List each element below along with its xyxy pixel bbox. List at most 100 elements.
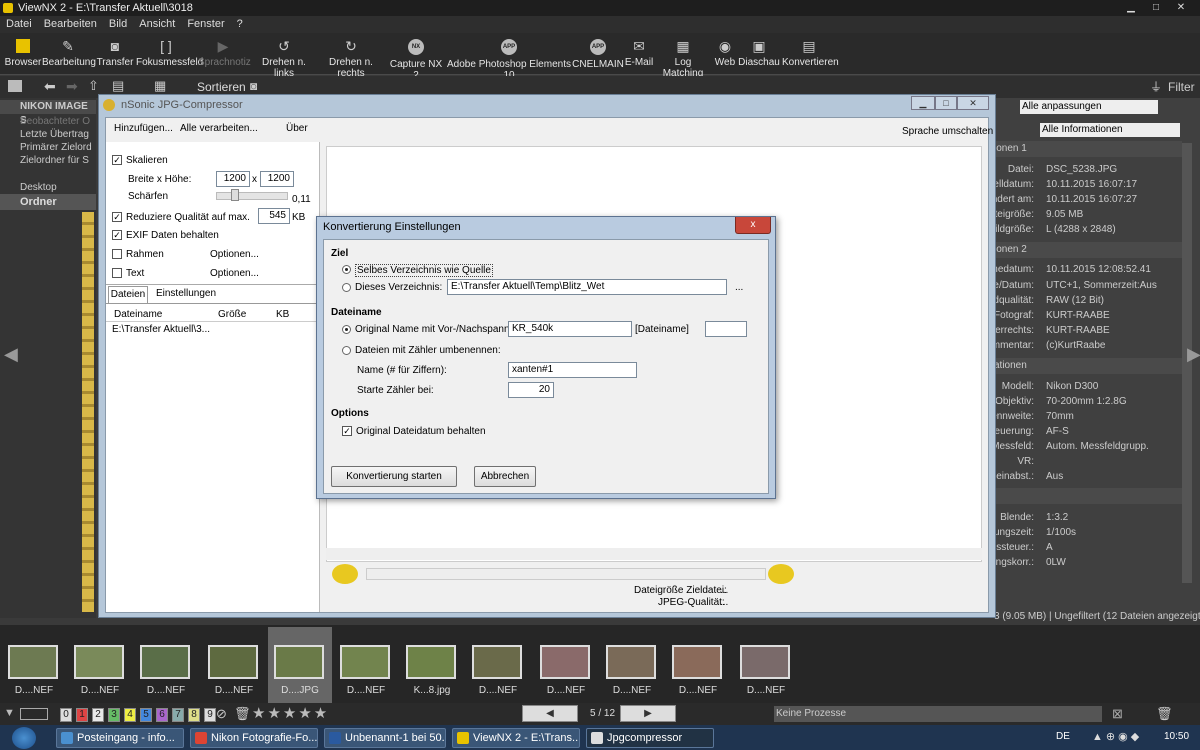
menu-add[interactable]: Hinzufügen... bbox=[114, 123, 173, 134]
start-button-icon[interactable] bbox=[12, 727, 36, 749]
file-row[interactable]: E:\Transfer Aktuell\3... bbox=[112, 324, 210, 335]
folder-tree[interactable] bbox=[82, 212, 94, 612]
this-dir-radio[interactable] bbox=[342, 283, 351, 292]
color-label-1[interactable]: 1 bbox=[76, 708, 88, 722]
maximize-icon[interactable]: □ bbox=[1148, 1, 1164, 14]
prefix-input[interactable]: KR_540k bbox=[508, 321, 632, 337]
color-label-3[interactable]: 3 bbox=[108, 708, 120, 722]
sharpen-slider[interactable] bbox=[216, 192, 288, 200]
toolbar-bearbeitung-button[interactable]: ✎ Bearbeitung bbox=[42, 35, 96, 73]
toolbar-diaschau-button[interactable]: ▣ Diaschau bbox=[738, 35, 780, 73]
cancel-process-icon[interactable]: ⊠ bbox=[1112, 706, 1123, 722]
prev-image-button[interactable]: ◀ bbox=[522, 705, 578, 722]
filmstrip-layout-icon[interactable] bbox=[20, 708, 48, 720]
col-filename[interactable]: Dateiname bbox=[114, 309, 162, 320]
filter-button[interactable]: Filter bbox=[1168, 80, 1195, 94]
start-conversion-button[interactable]: Konvertierung starten bbox=[331, 466, 457, 487]
toolbar-email-button[interactable]: ✉ E-Mail bbox=[624, 35, 654, 73]
back-icon[interactable]: ⬅ bbox=[44, 78, 56, 95]
color-label-2[interactable]: 2 bbox=[92, 708, 104, 722]
section-header[interactable]: ionen 2 bbox=[992, 242, 1182, 258]
jpg-minimize-icon[interactable]: ▁ bbox=[911, 96, 935, 110]
color-label-0[interactable]: 0 bbox=[60, 708, 72, 722]
folder-up-icon[interactable]: ⇧ bbox=[88, 78, 99, 94]
camera-filter-icon[interactable]: ◙ bbox=[250, 79, 257, 93]
filmstrip-thumb[interactable]: D....JPG bbox=[268, 627, 332, 697]
text-options-button[interactable]: Optionen... bbox=[210, 268, 259, 279]
filmstrip-thumb[interactable]: D....NEF bbox=[334, 627, 398, 697]
adjustments-dropdown[interactable]: Alle anpassungen bbox=[1020, 100, 1158, 114]
filmstrip-thumb[interactable]: D....NEF bbox=[666, 627, 730, 697]
toolbar-photoshop-button[interactable]: APPAdobe Photoshop Elements 10 bbox=[446, 35, 572, 81]
orig-name-radio[interactable] bbox=[342, 325, 351, 334]
panel-collapse-right-icon[interactable]: ▶ bbox=[1187, 344, 1200, 365]
sort-button[interactable]: Sortieren bbox=[197, 80, 246, 94]
browse-button[interactable]: ... bbox=[735, 282, 743, 293]
tray-icons[interactable]: ▲⊕◉◆ bbox=[1092, 730, 1142, 743]
forward-icon[interactable]: ➡ bbox=[66, 78, 78, 95]
language-indicator[interactable]: DE bbox=[1056, 731, 1070, 742]
left-item[interactable]: Desktop bbox=[20, 182, 57, 193]
panel-collapse-left-icon[interactable]: ◀ bbox=[4, 344, 18, 365]
taskbar-item[interactable]: Nikon Fotografie-Fo... bbox=[190, 728, 318, 748]
filmstrip-thumb[interactable]: D....NEF bbox=[534, 627, 598, 697]
jpg-close-icon[interactable]: ✕ bbox=[957, 96, 989, 110]
folder-icon[interactable]: ▤ bbox=[112, 78, 124, 94]
reduce-quality-checkbox[interactable]: ✓ bbox=[112, 212, 122, 222]
filmstrip-thumb[interactable]: D....NEF bbox=[68, 627, 132, 697]
menu-ansicht[interactable]: Ansicht bbox=[133, 16, 181, 33]
frame-options-button[interactable]: Optionen... bbox=[210, 249, 259, 260]
language-switch-button[interactable]: Sprache umschalten bbox=[902, 126, 993, 137]
frame-checkbox[interactable] bbox=[112, 249, 122, 259]
star-rating[interactable]: ★★★★★ bbox=[252, 704, 329, 722]
section-header[interactable] bbox=[992, 488, 1182, 504]
preview-hscrollbar[interactable] bbox=[326, 548, 982, 560]
menu-fenster[interactable]: Fenster bbox=[181, 16, 230, 33]
thumbnail-size-icon[interactable]: ▦ bbox=[154, 78, 166, 94]
filmstrip-thumb[interactable]: D....NEF bbox=[734, 627, 798, 697]
menu-bearbeiten[interactable]: Bearbeiten bbox=[38, 16, 103, 33]
taskbar-item[interactable]: Unbenannt-1 bei 50... bbox=[324, 728, 446, 748]
toolbar-fokusmessfeld-button[interactable]: [ ] Fokusmessfeld bbox=[136, 35, 203, 73]
menu-bild[interactable]: Bild bbox=[103, 16, 133, 33]
dialog-close-button[interactable]: x bbox=[735, 217, 771, 234]
filmstrip-thumb[interactable]: D....NEF bbox=[134, 627, 198, 697]
filmstrip-thumb[interactable]: D....NEF bbox=[466, 627, 530, 697]
menu-datei[interactable]: Datei bbox=[0, 16, 38, 33]
toolbar-log-matching-button[interactable]: ▦ Log Matching bbox=[654, 35, 712, 79]
color-label-4[interactable]: 4 bbox=[124, 708, 136, 722]
section-header[interactable]: ionen 1 bbox=[992, 141, 1182, 157]
left-item[interactable]: Beobachteter O bbox=[20, 116, 90, 127]
color-label-6[interactable]: 6 bbox=[156, 708, 168, 722]
tab-files[interactable]: Dateien bbox=[108, 286, 148, 303]
toolbar-konvertieren-button[interactable]: ▤ Konvertieren bbox=[782, 35, 839, 73]
width-input[interactable]: 1200 bbox=[216, 171, 250, 187]
menu-process-all[interactable]: Alle verarbeiten... bbox=[180, 123, 258, 134]
dir-input[interactable]: E:\Transfer Aktuell\Temp\Blitz_Wet bbox=[447, 279, 727, 295]
trash-rating-icon[interactable]: 🗑 bbox=[234, 706, 251, 722]
color-label-8[interactable]: 8 bbox=[188, 708, 200, 722]
filter-icon[interactable]: ⏚ bbox=[1150, 78, 1162, 95]
toolbar-rotate-left-button[interactable]: ↺ Drehen n. links bbox=[252, 35, 316, 79]
left-item[interactable]: Primärer Zielord bbox=[20, 142, 92, 153]
filmstrip-toggle-icon[interactable]: ▼ bbox=[4, 707, 15, 719]
next-image-button[interactable]: ▶ bbox=[620, 705, 676, 722]
exif-checkbox[interactable]: ✓ bbox=[112, 230, 122, 240]
col-size[interactable]: Größe bbox=[218, 309, 246, 320]
taskbar-item[interactable]: Posteingang - info... bbox=[56, 728, 184, 748]
cancel-button[interactable]: Abbrechen bbox=[474, 466, 536, 487]
keep-date-checkbox[interactable]: ✓ bbox=[342, 426, 352, 436]
minimize-icon[interactable]: ▁ bbox=[1123, 1, 1139, 14]
view-mode-icon[interactable] bbox=[8, 80, 22, 92]
left-item[interactable]: Letzte Übertrag bbox=[20, 129, 89, 140]
color-label-9[interactable]: 9 bbox=[204, 708, 216, 722]
toolbar-browser-button[interactable]: Browser bbox=[4, 35, 42, 73]
filmstrip-thumb[interactable]: D....NEF bbox=[2, 627, 66, 697]
col-kb[interactable]: KB bbox=[276, 309, 289, 320]
info-dropdown[interactable]: Alle Informationen bbox=[1040, 123, 1180, 137]
name-pattern-input[interactable]: xanten#1 bbox=[508, 362, 637, 378]
color-label-5[interactable]: 5 bbox=[140, 708, 152, 722]
same-dir-radio[interactable] bbox=[342, 265, 351, 274]
left-item[interactable]: Zielordner für S bbox=[20, 155, 89, 166]
close-icon[interactable]: ✕ bbox=[1173, 1, 1189, 14]
